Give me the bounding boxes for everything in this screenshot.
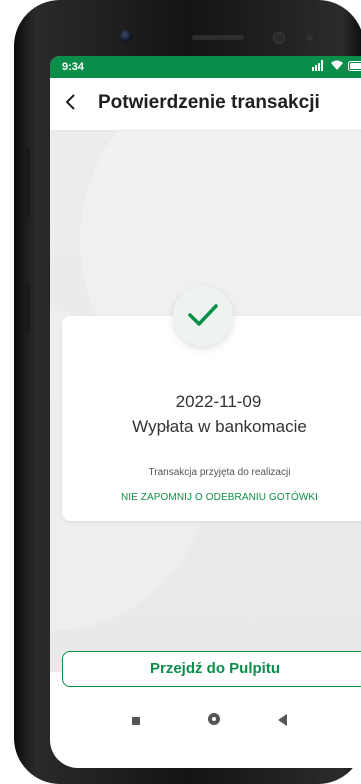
go-to-dashboard-button[interactable]: Przejdź do Pulpitu [62, 651, 361, 687]
confirmation-card: 2022-11-09 Wypłata w bankomacie Transakc… [62, 316, 361, 521]
transaction-name: Wypłata w bankomacie [132, 417, 307, 436]
chevron-left-icon[interactable] [64, 92, 84, 116]
status-time: 9:34 [62, 61, 85, 73]
volume-button [23, 148, 30, 218]
status-icons [312, 60, 361, 71]
transaction-date: 2022-11-09 [175, 392, 262, 411]
phone-frame: 9:34 Potwierdzenie transakcji 2022-11-09… [14, 0, 361, 784]
front-camera [120, 30, 132, 42]
checkmark-icon [188, 304, 218, 326]
back-icon[interactable] [278, 714, 287, 726]
wifi-icon [330, 60, 344, 71]
cash-reminder: NIE ZAPOMNIJ O ODEBRANIU GOTÓWKI [120, 492, 319, 503]
app-header: Potwierdzenie transakcji [50, 78, 361, 131]
success-badge [173, 286, 233, 346]
earpiece-speaker [192, 35, 244, 40]
signal-icon [312, 60, 326, 71]
proximity-sensor [273, 32, 285, 44]
page-title: Potwierdzenie transakcji [98, 92, 320, 113]
confirmation-content: 2022-11-09 Wypłata w bankomacie Transakc… [50, 131, 361, 672]
recents-icon[interactable] [132, 717, 140, 725]
status-bar: 9:34 [50, 56, 361, 78]
system-nav-bar [50, 704, 361, 738]
bottom-actions: Przejdź do Pulpitu [50, 651, 361, 711]
transaction-status: Transakcja przyjęta do realizacji [148, 467, 291, 478]
light-sensor [307, 35, 313, 41]
home-icon[interactable] [208, 713, 220, 725]
power-button [23, 285, 30, 331]
screen: 9:34 Potwierdzenie transakcji 2022-11-09… [50, 56, 361, 768]
battery-icon [348, 60, 361, 71]
